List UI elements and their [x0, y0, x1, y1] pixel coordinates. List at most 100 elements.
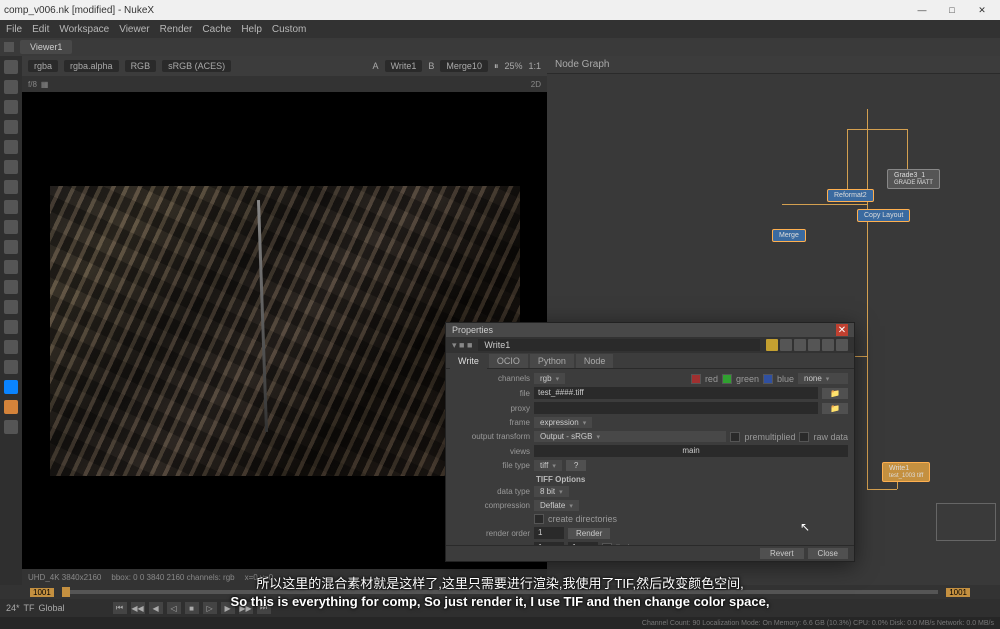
tool-12[interactable] — [4, 280, 18, 294]
tool-5[interactable] — [4, 140, 18, 154]
rawdata-checkbox[interactable] — [799, 432, 809, 442]
tool-3[interactable] — [4, 100, 18, 114]
proxy-browse-icon[interactable]: 📁 — [822, 403, 848, 414]
b-input-select[interactable]: Merge10 — [440, 60, 488, 72]
compression-dropdown[interactable]: Deflate — [534, 500, 579, 511]
proxy-input[interactable] — [534, 402, 818, 414]
render-button[interactable]: Render — [568, 528, 610, 539]
menu-cache[interactable]: Cache — [202, 24, 231, 35]
red-checkbox[interactable] — [691, 374, 701, 384]
tab-write[interactable]: Write — [450, 354, 487, 369]
extra-channel-dropdown[interactable]: none — [798, 373, 848, 384]
node-icon-4[interactable] — [822, 339, 834, 351]
close-button[interactable]: Close — [808, 548, 848, 559]
menu-render[interactable]: Render — [160, 24, 193, 35]
tool-11[interactable] — [4, 260, 18, 274]
revert-button[interactable]: Revert — [760, 548, 804, 559]
tool-13[interactable] — [4, 300, 18, 314]
fps-field[interactable]: 24* — [6, 603, 20, 613]
tool-17[interactable] — [4, 380, 18, 394]
properties-titlebar[interactable]: Properties ✕ — [446, 323, 854, 337]
node-reformat[interactable]: Reformat2 — [827, 189, 874, 202]
fstop[interactable]: f/8 — [28, 80, 37, 89]
subtitle-cn: 所以这里的混合素材就是这样了,这里只需要进行渲染,我使用了TIF,然后改变颜色空… — [50, 573, 950, 592]
node-icon-2[interactable] — [794, 339, 806, 351]
menu-viewer[interactable]: Viewer — [119, 24, 149, 35]
channels-dropdown[interactable]: rgb — [534, 373, 565, 384]
node-icon-1[interactable] — [780, 339, 792, 351]
tool-6[interactable] — [4, 160, 18, 174]
wire — [907, 129, 908, 169]
close-button[interactable]: ✕ — [968, 2, 996, 18]
node-icon-3[interactable] — [808, 339, 820, 351]
cs2-select[interactable]: sRGB (ACES) — [162, 60, 231, 72]
menu-file[interactable]: File — [6, 24, 22, 35]
grid-icon[interactable]: ▦ — [41, 80, 49, 89]
a-input-select[interactable]: Write1 — [385, 60, 423, 72]
renderorder-input[interactable]: 1 — [534, 527, 564, 539]
tool-4[interactable] — [4, 120, 18, 134]
tool-9[interactable] — [4, 220, 18, 234]
status-bar: Channel Count: 90 Localization Mode: On … — [0, 617, 1000, 629]
output-transform-label: output transform — [452, 432, 530, 441]
properties-panel: Properties ✕ ▾ ■ ■ Write1 Write OCIO Pyt… — [445, 322, 855, 562]
tool-15[interactable] — [4, 340, 18, 354]
menubar: File Edit Workspace Viewer Render Cache … — [0, 20, 1000, 38]
menu-edit[interactable]: Edit — [32, 24, 49, 35]
tool-8[interactable] — [4, 200, 18, 214]
wire — [867, 109, 868, 489]
cs1-select[interactable]: RGB — [125, 60, 157, 72]
b-label: B — [428, 61, 434, 71]
channel-select[interactable]: rgba — [28, 60, 58, 72]
tab-node[interactable]: Node — [576, 354, 614, 368]
window-titlebar: comp_v006.nk [modified] - NukeX — □ ✕ — [0, 0, 1000, 20]
views-value[interactable]: main — [534, 445, 848, 457]
viewer-toolbar2: f/8 ▦ 2D — [22, 76, 547, 92]
menu-help[interactable]: Help — [241, 24, 262, 35]
tool-2[interactable] — [4, 80, 18, 94]
frame-dropdown[interactable]: expression — [534, 417, 592, 428]
node-write[interactable]: Write1test_1003 tiff — [882, 462, 930, 482]
createdirs-checkbox[interactable] — [534, 514, 544, 524]
viewer-tab[interactable]: Viewer1 — [20, 40, 72, 54]
tool-18[interactable] — [4, 400, 18, 414]
node-color-icon[interactable] — [766, 339, 778, 351]
tab-python[interactable]: Python — [530, 354, 574, 368]
file-browse-icon[interactable]: 📁 — [822, 388, 848, 399]
maximize-button[interactable]: □ — [938, 2, 966, 18]
blue-checkbox[interactable] — [763, 374, 773, 384]
file-input[interactable]: test_####.tiff — [534, 387, 818, 399]
green-checkbox[interactable] — [722, 374, 732, 384]
filetype-help-button[interactable]: ? — [566, 460, 586, 471]
tool-7[interactable] — [4, 180, 18, 194]
node-copy[interactable]: Copy Layout — [857, 209, 910, 222]
menu-workspace[interactable]: Workspace — [59, 24, 109, 35]
node-merge[interactable]: Merge — [772, 229, 806, 242]
menu-icon[interactable] — [4, 42, 14, 52]
zoom-value[interactable]: 25% — [504, 61, 522, 71]
tool-14[interactable] — [4, 320, 18, 334]
node-name-field[interactable]: Write1 — [478, 339, 760, 351]
node-graph-minimap[interactable] — [936, 503, 996, 541]
pause-icon[interactable]: ⏸ — [494, 61, 499, 72]
filetype-dropdown[interactable]: tiff — [534, 460, 562, 471]
a-label: A — [373, 61, 379, 71]
datatype-dropdown[interactable]: 8 bit — [534, 486, 569, 497]
tool-19[interactable] — [4, 420, 18, 434]
2d-mode[interactable]: 2D — [531, 80, 541, 89]
properties-tabs: Write OCIO Python Node — [446, 353, 854, 369]
tab-ocio[interactable]: OCIO — [489, 354, 528, 368]
node-grade[interactable]: Grade3_1GRADE MATT — [887, 169, 940, 189]
alpha-select[interactable]: rgba.alpha — [64, 60, 119, 72]
output-transform-dropdown[interactable]: Output - sRGB — [534, 431, 726, 442]
ratio-value[interactable]: 1:1 — [528, 61, 541, 71]
minimize-button[interactable]: — — [908, 2, 936, 18]
node-icon-5[interactable] — [836, 339, 848, 351]
premult-checkbox[interactable] — [730, 432, 740, 442]
tool-10[interactable] — [4, 240, 18, 254]
tf-field[interactable]: TF — [24, 603, 35, 613]
menu-custom[interactable]: Custom — [272, 24, 306, 35]
properties-close-button[interactable]: ✕ — [836, 324, 848, 336]
tool-16[interactable] — [4, 360, 18, 374]
tool-select[interactable] — [4, 60, 18, 74]
